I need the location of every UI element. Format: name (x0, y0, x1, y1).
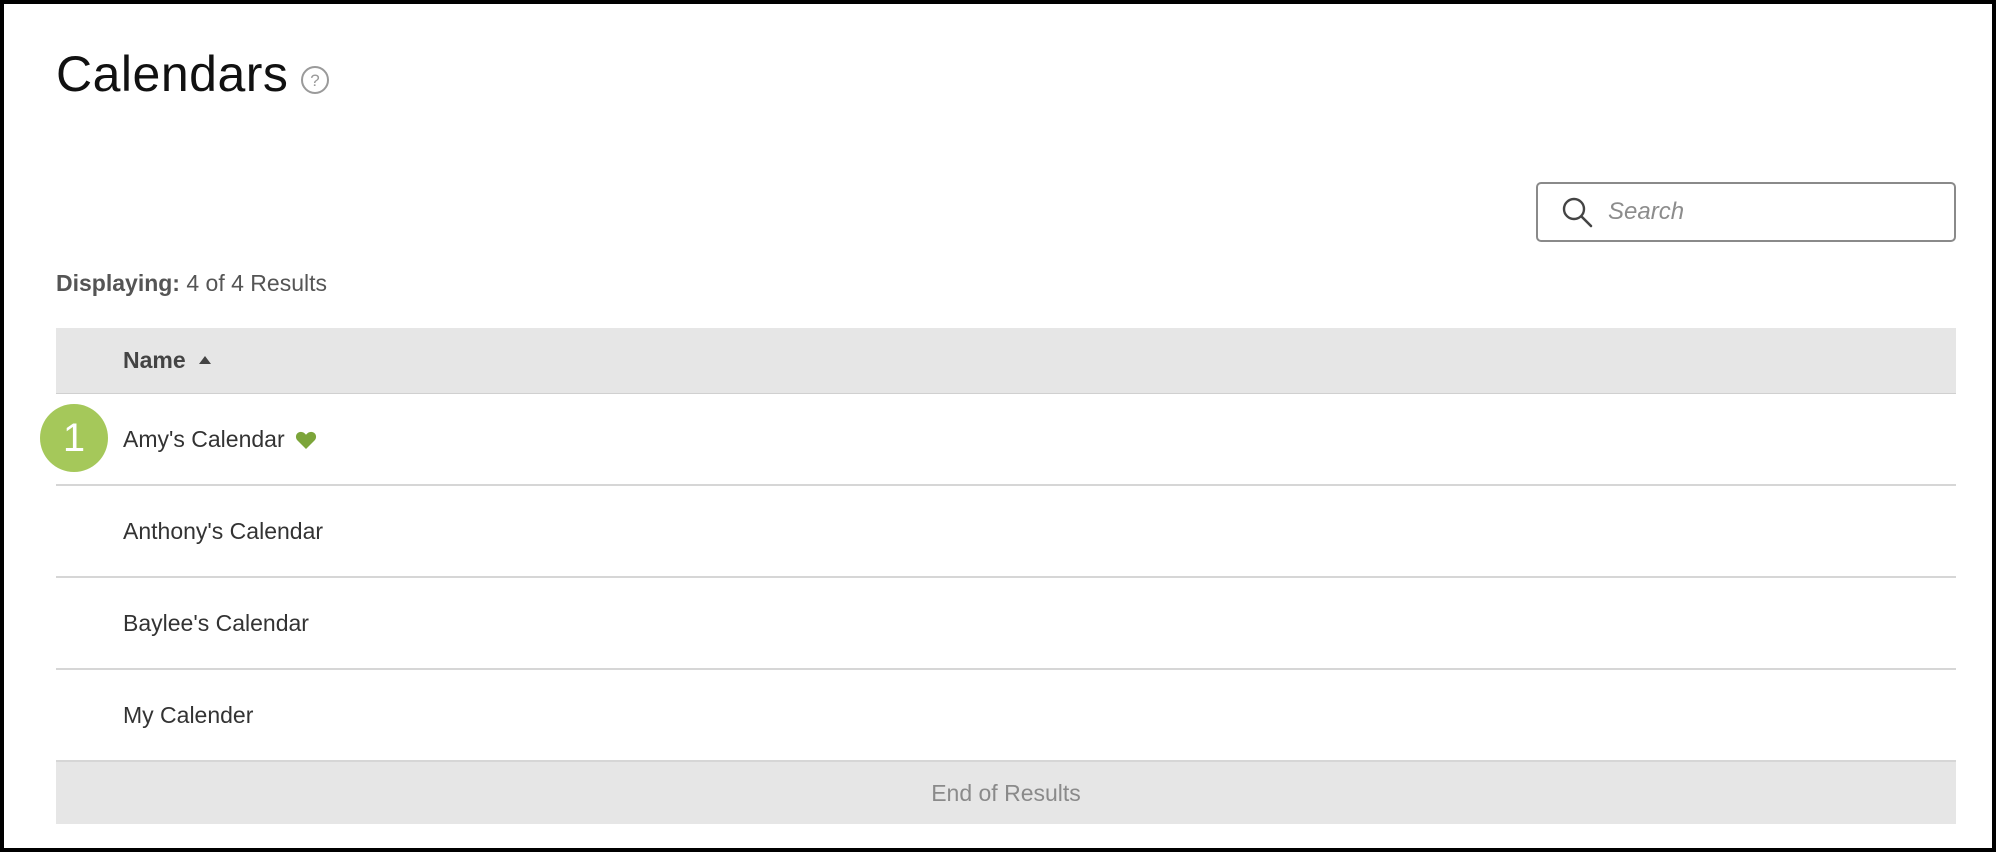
calendar-name[interactable]: Anthony's Calendar (123, 518, 323, 545)
calendar-name[interactable]: Amy's Calendar (123, 426, 285, 453)
question-circle-icon[interactable]: ? (300, 65, 330, 95)
name-column-header[interactable]: Name (123, 347, 212, 374)
calendar-name[interactable]: Baylee's Calendar (123, 610, 309, 637)
table-row[interactable]: Baylee's Calendar (56, 578, 1956, 670)
name-column-label: Name (123, 347, 186, 373)
svg-text:?: ? (311, 71, 320, 90)
page-title: Calendars (56, 46, 289, 102)
search-box[interactable] (1536, 182, 1956, 242)
table-row[interactable]: Anthony's Calendar (56, 486, 1956, 578)
page-header: Calendars ? (56, 44, 330, 104)
results-count: Displaying: 4 of 4 Results (56, 270, 327, 297)
page-frame: Calendars ? Displaying: 4 of 4 Results 1… (0, 0, 1996, 852)
sort-ascending-icon (198, 352, 212, 364)
table-row[interactable]: Amy's Calendar (56, 394, 1956, 486)
favorite-heart-icon (295, 430, 317, 450)
results-count-text: 4 of 4 Results (186, 270, 327, 296)
results-count-label: Displaying: (56, 270, 180, 296)
search-input[interactable] (1606, 191, 1930, 233)
calendars-table: Name Amy's Calendar Anthony's Calendar B… (56, 328, 1956, 824)
calendar-name[interactable]: My Calender (123, 702, 253, 729)
end-of-results: End of Results (56, 762, 1956, 824)
search-icon (1560, 195, 1594, 229)
table-header: Name (56, 328, 1956, 394)
table-row[interactable]: My Calender (56, 670, 1956, 762)
